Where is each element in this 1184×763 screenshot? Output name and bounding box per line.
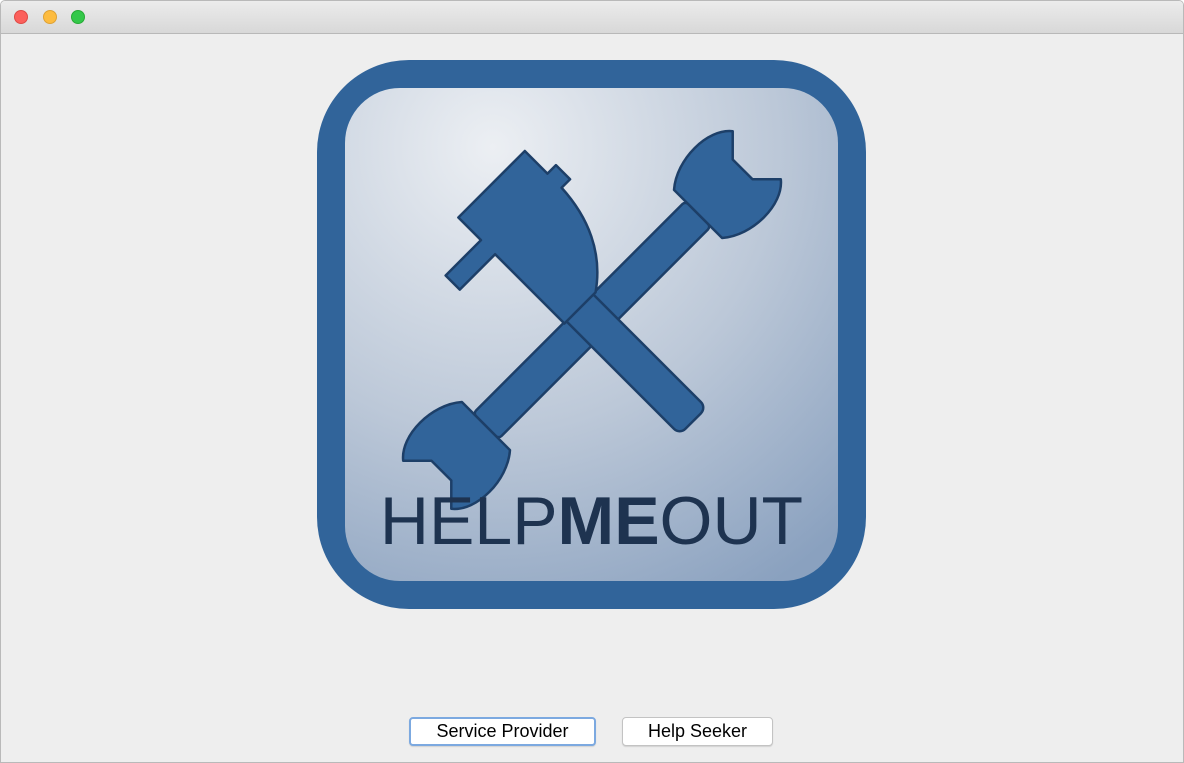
- helpmeout-logo: HELPMEOUT: [317, 60, 866, 609]
- close-window-button[interactable]: [14, 10, 28, 24]
- app-window: HELPMEOUT Service Provider Help Seeker: [0, 0, 1184, 763]
- help-seeker-button[interactable]: Help Seeker: [622, 717, 773, 746]
- minimize-window-button[interactable]: [43, 10, 57, 24]
- logo-text-help: HELP: [380, 483, 558, 559]
- title-bar: [1, 1, 1183, 34]
- logo-wordmark: HELPMEOUT: [380, 483, 803, 559]
- zoom-window-button[interactable]: [71, 10, 85, 24]
- service-provider-button[interactable]: Service Provider: [409, 717, 596, 746]
- logo-text-out: OUT: [660, 483, 804, 559]
- logo-text-me: ME: [558, 483, 660, 559]
